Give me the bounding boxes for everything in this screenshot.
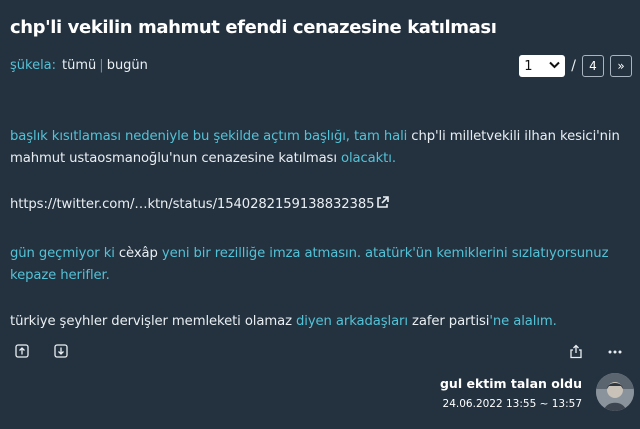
sukela-link[interactable]: şükela: — [10, 58, 56, 73]
entry-link[interactable]: olacaktı. — [341, 151, 396, 166]
entry-content: başlık kısıtlaması nedeniyle bu şekilde … — [10, 126, 632, 357]
filter-all-link[interactable]: tümü — [62, 58, 96, 73]
entry-text: cèxâp — [114, 246, 162, 261]
sort-filters: şükela: tümü | bugün — [10, 58, 148, 73]
entry-date[interactable]: 24.06.2022 13:55 ~ 13:57 — [440, 398, 582, 410]
page-select-value: 1 — [524, 58, 533, 74]
entry-author-block: gul ektim talan oldu 24.06.2022 13:55 ~ … — [440, 376, 582, 410]
entry-text: zafer partisi — [407, 314, 490, 329]
filter-today-link[interactable]: bugün — [107, 58, 148, 73]
author-name[interactable]: gul ektim talan oldu — [440, 376, 582, 391]
entry-link[interactable]: gün geçmiyor ki — [10, 246, 115, 261]
vote-actions — [14, 343, 68, 358]
ellipsis-icon[interactable] — [607, 344, 622, 359]
last-page-button[interactable]: 4 — [582, 55, 604, 77]
share-icon[interactable] — [568, 344, 583, 359]
entry-actions — [568, 344, 622, 359]
entry-paragraph: gün geçmiyor ki cèxâp yeni bir rezilliğe… — [10, 243, 632, 287]
entry-link[interactable]: 'ne alalım. — [489, 314, 556, 329]
entry-link[interactable]: diyen arkadaşları — [296, 314, 408, 329]
entry-link[interactable]: başlık kısıtlaması nedeniyle bu şekilde … — [10, 129, 407, 144]
topic-title[interactable]: chp'li vekilin mahmut efendi cenazesine … — [10, 17, 497, 38]
entry-url-paragraph: https://twitter.com/…ktn/status/15402821… — [10, 194, 632, 217]
arrow-down-box-icon[interactable] — [53, 343, 68, 358]
pager: 1 / 4 » — [519, 55, 632, 77]
entry-paragraph: başlık kısıtlaması nedeniyle bu şekilde … — [10, 126, 632, 170]
external-link-icon — [376, 195, 390, 217]
chevron-down-icon — [549, 61, 560, 72]
page-select[interactable]: 1 — [519, 55, 566, 77]
arrow-up-box-icon[interactable] — [14, 343, 29, 358]
entry-text: türkiye şeyhler dervişler memleketi olam… — [10, 314, 296, 329]
pager-slash: / — [571, 58, 576, 74]
filter-separator: | — [99, 58, 104, 73]
avatar[interactable] — [596, 373, 634, 411]
external-url-link[interactable]: https://twitter.com/…ktn/status/15402821… — [10, 197, 375, 212]
entry-paragraph: türkiye şeyhler dervişler memleketi olam… — [10, 311, 632, 333]
next-page-button[interactable]: » — [610, 55, 632, 77]
